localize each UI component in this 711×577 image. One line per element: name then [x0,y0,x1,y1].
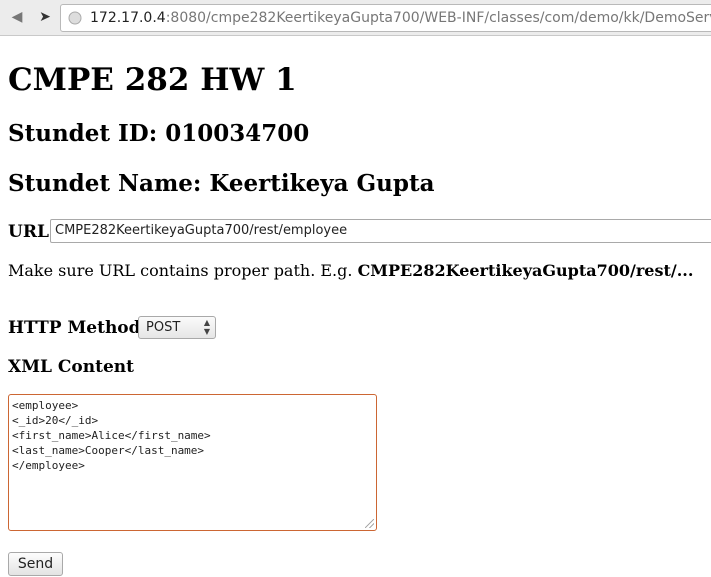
xml-line: <employee> [12,399,79,412]
xml-line: <first_name>Alice</first_name> [12,429,211,442]
http-method-value: POST [146,320,181,335]
address-bar-text: 172.17.0.4:8080/cmpe282KeertikeyaGupta70… [90,10,711,26]
forward-arrow-icon[interactable]: ➤ [36,8,54,26]
student-name-heading: Stundet Name: Keertikeya Gupta [8,170,435,197]
page-title: CMPE 282 HW 1 [8,62,297,98]
url-label: URL [8,222,49,242]
back-arrow-icon[interactable]: ◀ [8,8,26,26]
url-hint-text: Make sure URL contains proper path. E.g. [8,261,358,280]
xml-line: <last_name>Cooper</last_name> [12,444,205,457]
select-arrows-icon: ▲ ▼ [203,318,210,336]
http-method-label: HTTP Method [8,318,141,338]
url-hint: Make sure URL contains proper path. E.g.… [8,261,693,280]
xml-line: </employee> [12,459,85,472]
http-method-select[interactable]: POST ▲ ▼ [138,316,216,339]
address-bar[interactable]: 172.17.0.4:8080/cmpe282KeertikeyaGupta70… [60,4,711,32]
url-hint-example: CMPE282KeertikeyaGupta700/rest/... [357,261,694,280]
send-button[interactable]: Send [8,552,63,576]
xml-content-label: XML Content [8,357,134,377]
xml-line: <_id>20</_id> [12,414,99,427]
student-id-heading: Stundet ID: 010034700 [8,120,310,147]
resize-grip-icon[interactable] [365,519,374,528]
url-input[interactable]: CMPE282KeertikeyaGupta700/rest/employee [50,219,711,243]
page-icon [68,11,82,25]
xml-content-textarea[interactable]: <employee> <_id>20</_id> <first_name>Ali… [8,394,377,531]
browser-toolbar: ◀ ➤ 172.17.0.4:8080/cmpe282KeertikeyaGup… [0,0,711,36]
